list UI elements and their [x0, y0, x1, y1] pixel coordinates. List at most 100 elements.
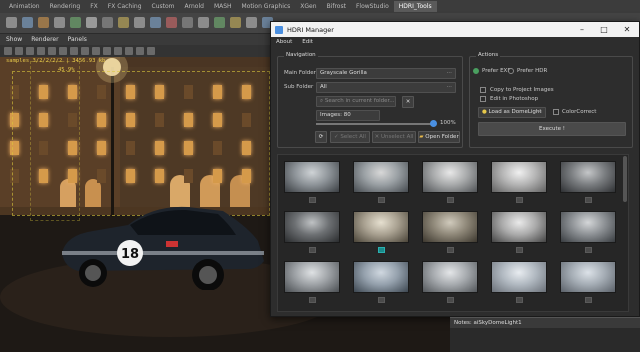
- hdri-thumbnail[interactable]: [353, 211, 409, 243]
- shelf-tool-icon[interactable]: [54, 17, 65, 28]
- hdri-thumbnail[interactable]: [284, 211, 340, 243]
- shelf-tool-icon[interactable]: [38, 17, 49, 28]
- unselect-all-button[interactable]: ✕ Unselect All: [372, 131, 416, 143]
- shelf-tool-icon[interactable]: [102, 17, 113, 28]
- hdri-thumbnail[interactable]: [560, 211, 616, 243]
- search-input[interactable]: ⌕ Search in current folder...: [316, 96, 396, 107]
- shelf-tab[interactable]: FX: [85, 1, 103, 12]
- thumbnail-select-checkbox[interactable]: [309, 247, 316, 253]
- shelf-tab[interactable]: MASH: [209, 1, 237, 12]
- main-folder-select[interactable]: Grayscale Gorilla ⋯: [316, 68, 456, 79]
- prefer-hdr-radio[interactable]: [508, 68, 514, 74]
- hdri-thumbnail[interactable]: [422, 161, 478, 193]
- hdri-thumbnail[interactable]: [560, 261, 616, 293]
- thumbnail-select-checkbox[interactable]: [447, 197, 454, 203]
- thumbnail-select-checkbox[interactable]: [447, 297, 454, 303]
- thumbnail-select-checkbox[interactable]: [447, 247, 454, 253]
- shelf-tab[interactable]: HDRI_Tools: [393, 1, 437, 12]
- xray-icon[interactable]: [92, 47, 100, 55]
- color-correct-checkbox[interactable]: [553, 109, 559, 115]
- refresh-button[interactable]: ⟳: [315, 131, 327, 143]
- thumbnail-select-checkbox[interactable]: [378, 247, 385, 253]
- render-view-icon[interactable]: [147, 47, 155, 55]
- shelf-tool-icon[interactable]: [150, 17, 161, 28]
- grid-icon[interactable]: [15, 47, 23, 55]
- menu-renderer[interactable]: Renderer: [31, 36, 58, 43]
- load-as-select[interactable]: ● Load as DomeLight ⋯: [478, 107, 546, 118]
- shelf-tab[interactable]: Bifrost: [322, 1, 351, 12]
- hdri-thumbnail[interactable]: [422, 261, 478, 293]
- select-all-button[interactable]: ✓ Select All: [330, 131, 370, 143]
- isolate-icon[interactable]: [81, 47, 89, 55]
- shelf-tool-icon[interactable]: [6, 17, 17, 28]
- shelf-tool-icon[interactable]: [134, 17, 145, 28]
- menu-about[interactable]: About: [276, 39, 292, 45]
- edit-photoshop-checkbox[interactable]: [480, 96, 486, 102]
- thumbnail-select-checkbox[interactable]: [585, 247, 592, 253]
- hdri-thumbnail[interactable]: [284, 261, 340, 293]
- shelf-tab[interactable]: Rendering: [45, 1, 86, 12]
- film-gate-icon[interactable]: [114, 47, 122, 55]
- zoom-slider-track[interactable]: [316, 123, 436, 125]
- shelf-tab[interactable]: Custom: [147, 1, 180, 12]
- shelf-tool-icon[interactable]: [86, 17, 97, 28]
- thumbnail-select-checkbox[interactable]: [309, 297, 316, 303]
- menu-show[interactable]: Show: [6, 36, 22, 43]
- textured-icon[interactable]: [48, 47, 56, 55]
- minimize-icon[interactable]: –: [571, 22, 593, 37]
- shelf-tool-icon[interactable]: [246, 17, 257, 28]
- thumbnail-select-checkbox[interactable]: [516, 247, 523, 253]
- shelf-tab[interactable]: XGen: [295, 1, 321, 12]
- hdri-thumbnail[interactable]: [284, 161, 340, 193]
- thumbnail-select-checkbox[interactable]: [309, 197, 316, 203]
- hdri-thumbnail[interactable]: [491, 261, 547, 293]
- shelf-tab[interactable]: Arnold: [180, 1, 209, 12]
- safe-area-icon[interactable]: [125, 47, 133, 55]
- open-folder-label: Open Folder: [425, 134, 459, 140]
- open-folder-button[interactable]: ▰ Open Folder: [418, 131, 460, 143]
- shadows-icon[interactable]: [70, 47, 78, 55]
- thumbnail-select-checkbox[interactable]: [585, 197, 592, 203]
- clear-search-button[interactable]: ✕: [402, 96, 414, 108]
- execute-button[interactable]: Execute !: [478, 122, 626, 136]
- close-icon[interactable]: ✕: [616, 22, 638, 37]
- shelf-tool-icon[interactable]: [22, 17, 33, 28]
- hdri-thumbnail[interactable]: [422, 211, 478, 243]
- prefer-exr-radio[interactable]: [473, 68, 479, 74]
- shelf-tool-icon[interactable]: [182, 17, 193, 28]
- shelf-tool-icon[interactable]: [214, 17, 225, 28]
- shelf-tab[interactable]: Motion Graphics: [237, 1, 296, 12]
- maximize-icon[interactable]: □: [593, 22, 615, 37]
- shelf-tab[interactable]: FX Caching: [103, 1, 147, 12]
- hdri-thumbnail[interactable]: [560, 161, 616, 193]
- shelf-tool-icon[interactable]: [198, 17, 209, 28]
- thumbnail-select-checkbox[interactable]: [585, 297, 592, 303]
- thumbnail-select-checkbox[interactable]: [378, 197, 385, 203]
- hdri-thumbnail[interactable]: [491, 211, 547, 243]
- shelf-tool-icon[interactable]: [166, 17, 177, 28]
- thumbnail-scrollbar[interactable]: [623, 156, 627, 202]
- hdri-thumbnail[interactable]: [353, 261, 409, 293]
- resolution-gate-icon[interactable]: [103, 47, 111, 55]
- shelf-tool-icon[interactable]: [70, 17, 81, 28]
- hdri-thumbnail[interactable]: [353, 161, 409, 193]
- copy-to-project-checkbox[interactable]: [480, 87, 486, 93]
- menu-edit[interactable]: Edit: [302, 39, 313, 45]
- lights-icon[interactable]: [59, 47, 67, 55]
- thumbnail-select-checkbox[interactable]: [516, 197, 523, 203]
- hud-icon[interactable]: [136, 47, 144, 55]
- zoom-slider-handle[interactable]: [430, 120, 437, 127]
- notes-panel-body[interactable]: [450, 328, 640, 352]
- shelf-tab[interactable]: Animation: [4, 1, 45, 12]
- sub-folder-select[interactable]: All ⋯: [316, 82, 456, 93]
- menu-panels[interactable]: Panels: [68, 36, 87, 43]
- shelf-tab[interactable]: FlowStudio: [351, 1, 394, 12]
- camera-icon[interactable]: [4, 47, 12, 55]
- shaded-icon[interactable]: [37, 47, 45, 55]
- shelf-tool-icon[interactable]: [118, 17, 129, 28]
- thumbnail-select-checkbox[interactable]: [378, 297, 385, 303]
- thumbnail-select-checkbox[interactable]: [516, 297, 523, 303]
- hdri-thumbnail[interactable]: [491, 161, 547, 193]
- shelf-tool-icon[interactable]: [230, 17, 241, 28]
- wireframe-icon[interactable]: [26, 47, 34, 55]
